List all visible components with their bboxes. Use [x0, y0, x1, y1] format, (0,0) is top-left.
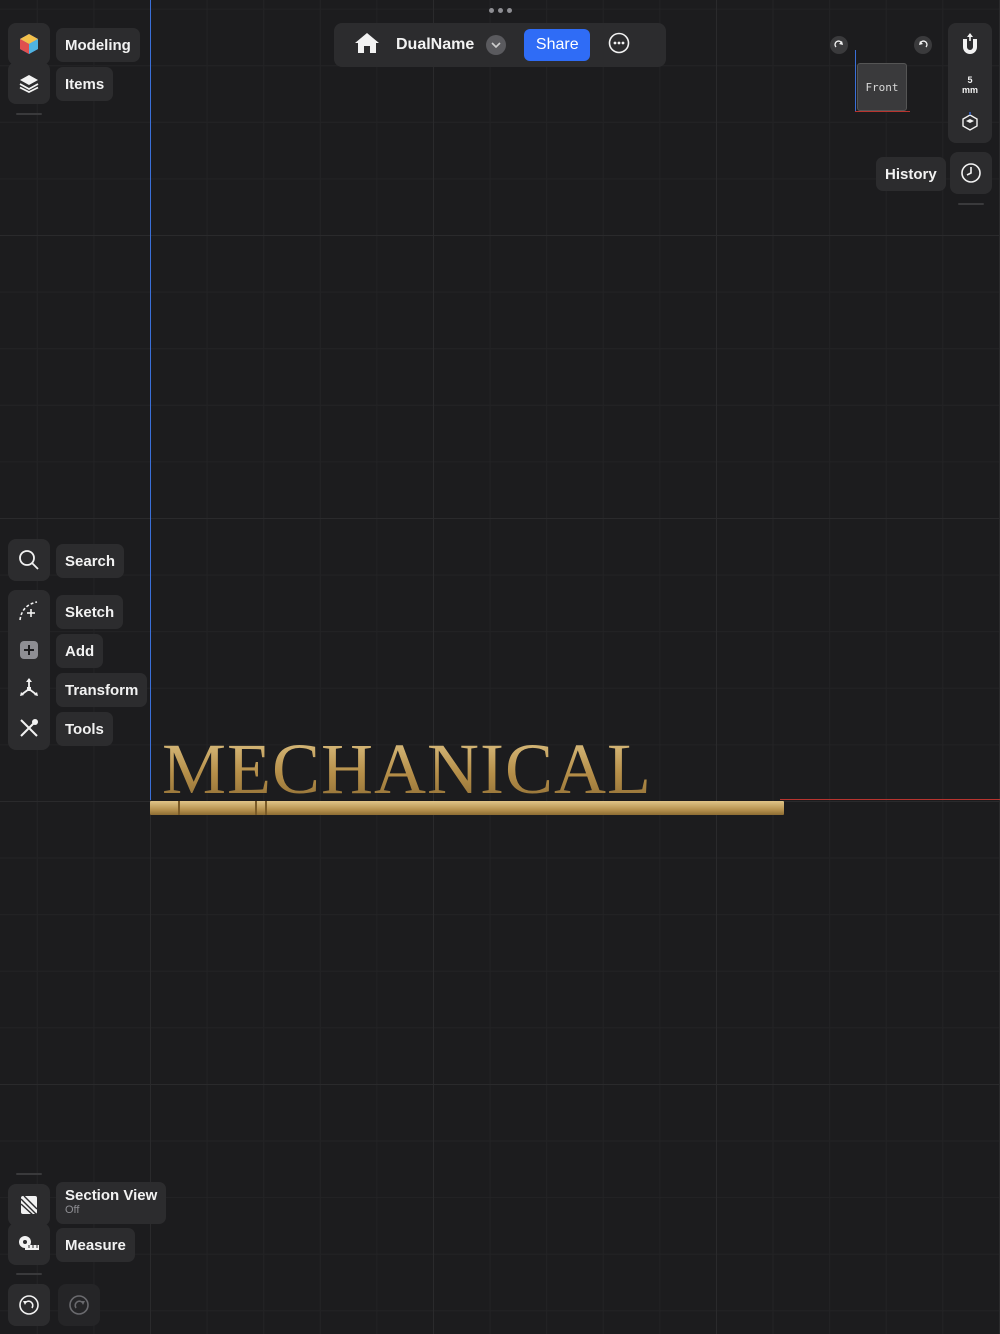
multitask-handle[interactable]	[489, 8, 512, 13]
section-view-label: Section View	[65, 1187, 158, 1204]
modeling-icon[interactable]	[8, 23, 50, 65]
divider	[958, 203, 984, 205]
divider	[16, 1173, 42, 1175]
measure-icon[interactable]	[8, 1223, 50, 1265]
undo-icon[interactable]	[8, 1284, 50, 1326]
right-toolbar: 5 mm	[948, 23, 992, 143]
view-orientation-icon[interactable]	[960, 112, 980, 137]
base-segment-line	[265, 801, 267, 815]
rotate-view-right-icon[interactable]	[914, 36, 932, 54]
view-cube[interactable]: Front	[857, 63, 907, 111]
snap-magnet-icon[interactable]	[959, 33, 981, 62]
modeling-button[interactable]: Modeling	[56, 28, 140, 62]
section-view-button[interactable]: Section View Off	[56, 1182, 167, 1224]
view-cube-x-axis	[855, 111, 910, 112]
grid-size-unit: mm	[961, 85, 978, 95]
divider	[16, 1273, 42, 1275]
tools-icon[interactable]	[8, 707, 50, 749]
section-view-icon[interactable]	[8, 1184, 50, 1226]
base-segment-line	[178, 801, 180, 815]
model-text[interactable]: MECHANICAL	[162, 730, 652, 808]
share-button[interactable]: Share	[524, 29, 591, 61]
view-cube-z-axis	[855, 50, 856, 112]
z-axis-line	[150, 0, 151, 800]
section-view-state: Off	[65, 1204, 80, 1216]
home-icon[interactable]	[354, 31, 380, 60]
search-button[interactable]: Search	[56, 544, 125, 578]
sketch-icon[interactable]	[8, 590, 50, 632]
add-icon[interactable]	[8, 629, 50, 671]
grid-size-value: 5	[967, 75, 973, 85]
measure-button[interactable]: Measure	[56, 1228, 135, 1262]
transform-icon[interactable]	[8, 668, 50, 710]
top-bar: DualName Share	[334, 23, 666, 67]
redo-icon[interactable]	[58, 1284, 100, 1326]
layers-icon[interactable]	[8, 62, 50, 104]
clock-icon[interactable]	[950, 152, 992, 194]
rotate-view-left-icon[interactable]	[830, 36, 848, 54]
grid-size-readout[interactable]: 5 mm	[948, 75, 992, 95]
transform-button[interactable]: Transform	[56, 673, 148, 707]
x-axis-line	[780, 799, 1000, 800]
base-segment-line	[255, 801, 257, 815]
tools-button[interactable]: Tools	[56, 712, 113, 746]
sketch-button[interactable]: Sketch	[56, 595, 124, 629]
divider	[16, 113, 42, 115]
add-button[interactable]: Add	[56, 634, 104, 668]
items-button[interactable]: Items	[56, 67, 114, 101]
history-button[interactable]: History	[876, 157, 946, 191]
model-base-plate[interactable]	[150, 801, 784, 815]
more-options-icon[interactable]	[608, 32, 630, 59]
chevron-down-icon[interactable]	[486, 35, 507, 55]
document-title[interactable]: DualName	[396, 36, 474, 54]
search-icon[interactable]	[8, 539, 50, 581]
